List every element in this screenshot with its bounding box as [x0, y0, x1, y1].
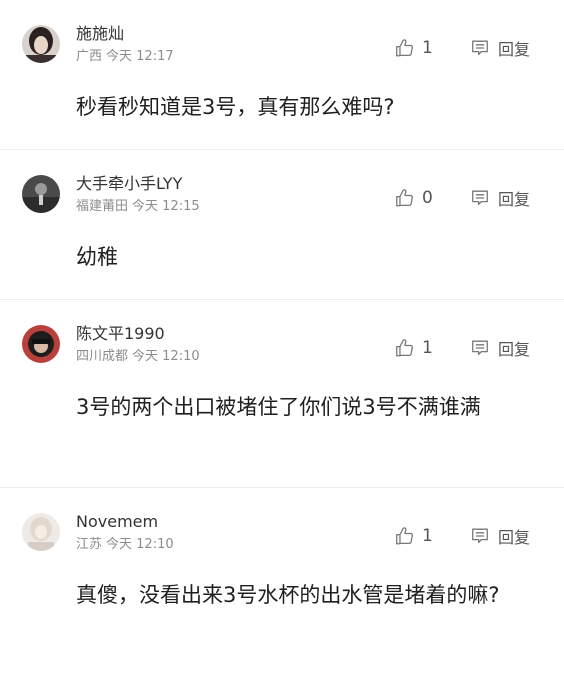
avatar-image	[22, 325, 60, 363]
reply-label: 回复	[498, 190, 531, 209]
comment-meta: 四川成都 今天 12:10	[76, 349, 200, 365]
like-count: 1	[422, 338, 433, 358]
comment-icon	[472, 528, 488, 543]
comment-icon	[472, 340, 488, 355]
reply-button[interactable]: 回复	[470, 186, 530, 210]
like-button[interactable]: 1	[394, 524, 433, 548]
thumbs-up-icon	[396, 39, 414, 57]
like-button[interactable]: 1	[394, 36, 433, 60]
reply-button[interactable]: 回复	[470, 36, 530, 60]
thumbs-up-icon	[396, 527, 414, 545]
username[interactable]: Novemem	[76, 512, 158, 532]
reply-button[interactable]: 回复	[470, 524, 530, 548]
comment-text: 真傻，没看出来3号水杯的出水管是堵着的嘛?	[76, 583, 500, 607]
username[interactable]: 大手牵小手LYY	[76, 174, 182, 194]
timestamp: 今天 12:15	[132, 199, 200, 214]
comment-meta: 江苏 今天 12:10	[76, 537, 174, 553]
comment-item: 陈文平1990 四川成都 今天 12:10 1 回复 3号的两个出口被堵住了你们说…	[0, 300, 564, 488]
avatar-image	[22, 25, 60, 63]
avatar[interactable]	[22, 175, 60, 213]
avatar-image	[22, 175, 60, 213]
comment-text: 3号的两个出口被堵住了你们说3号不满谁满	[76, 395, 481, 419]
like-button[interactable]: 1	[394, 336, 433, 360]
avatar[interactable]	[22, 25, 60, 63]
username[interactable]: 陈文平1990	[76, 324, 165, 344]
comment-text: 幼稚	[76, 245, 118, 269]
comment-list: 施施灿 广西 今天 12:17 1 回复 秒看秒知道是3号，真有那么难吗? 大手…	[0, 0, 564, 678]
location: 四川成都	[76, 349, 129, 364]
comment-text: 秒看秒知道是3号，真有那么难吗?	[76, 95, 395, 119]
comment-item: 施施灿 广西 今天 12:17 1 回复 秒看秒知道是3号，真有那么难吗?	[0, 0, 564, 150]
like-count: 0	[422, 188, 433, 208]
location: 福建莆田	[76, 199, 129, 214]
avatar[interactable]	[22, 513, 60, 551]
avatar-image	[22, 513, 60, 551]
timestamp: 今天 12:17	[106, 49, 174, 64]
location: 江苏	[76, 537, 103, 552]
thumbs-up-icon	[396, 339, 414, 357]
comment-meta: 福建莆田 今天 12:15	[76, 199, 200, 215]
comment-item: Novemem 江苏 今天 12:10 1 回复 真傻，没看出来3号水杯的出水管是…	[0, 488, 564, 678]
timestamp: 今天 12:10	[132, 349, 200, 364]
comment-item: 大手牵小手LYY 福建莆田 今天 12:15 0 回复 幼稚	[0, 150, 564, 300]
comment-meta: 广西 今天 12:17	[76, 49, 174, 65]
location: 广西	[76, 49, 103, 64]
reply-label: 回复	[498, 528, 531, 547]
username[interactable]: 施施灿	[76, 24, 124, 44]
timestamp: 今天 12:10	[106, 537, 174, 552]
reply-button[interactable]: 回复	[470, 336, 530, 360]
like-count: 1	[422, 38, 433, 58]
comment-icon	[472, 190, 488, 205]
thumbs-up-icon	[396, 189, 414, 207]
like-button[interactable]: 0	[394, 186, 433, 210]
like-count: 1	[422, 526, 433, 546]
comment-icon	[472, 40, 488, 55]
avatar[interactable]	[22, 325, 60, 363]
reply-label: 回复	[498, 340, 531, 359]
reply-label: 回复	[498, 40, 531, 59]
